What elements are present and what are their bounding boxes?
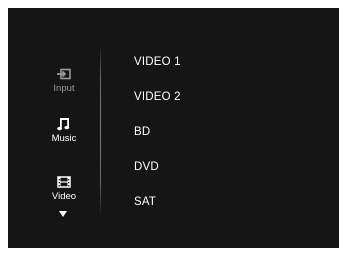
sidebar-item-music[interactable]: Music bbox=[44, 116, 84, 144]
chevron-down-icon[interactable] bbox=[59, 211, 67, 217]
source-item-dvd[interactable]: DVD bbox=[134, 157, 181, 192]
source-list: VIDEO 1 VIDEO 2 BD DVD SAT bbox=[134, 52, 181, 227]
sidebar-item-label: Video bbox=[51, 191, 77, 202]
sidebar-item-label: Music bbox=[51, 133, 77, 144]
film-strip-icon bbox=[57, 176, 71, 188]
input-icon bbox=[57, 68, 71, 80]
sidebar-item-label: Input bbox=[53, 83, 75, 94]
source-item-bd[interactable]: BD bbox=[134, 122, 181, 157]
divider bbox=[100, 44, 101, 216]
source-item-video-2[interactable]: VIDEO 2 bbox=[134, 87, 181, 122]
category-sidebar: Input Music Video bbox=[8, 8, 100, 248]
sidebar-item-video[interactable]: Video bbox=[44, 174, 84, 202]
music-note-icon bbox=[57, 118, 70, 131]
sidebar-item-input[interactable]: Input bbox=[44, 66, 84, 94]
menu-screen: Input Music Video VIDEO 1 VIDEO 2 BD DVD… bbox=[8, 8, 339, 248]
source-item-video-1[interactable]: VIDEO 1 bbox=[134, 52, 181, 87]
source-item-sat[interactable]: SAT bbox=[134, 192, 181, 227]
